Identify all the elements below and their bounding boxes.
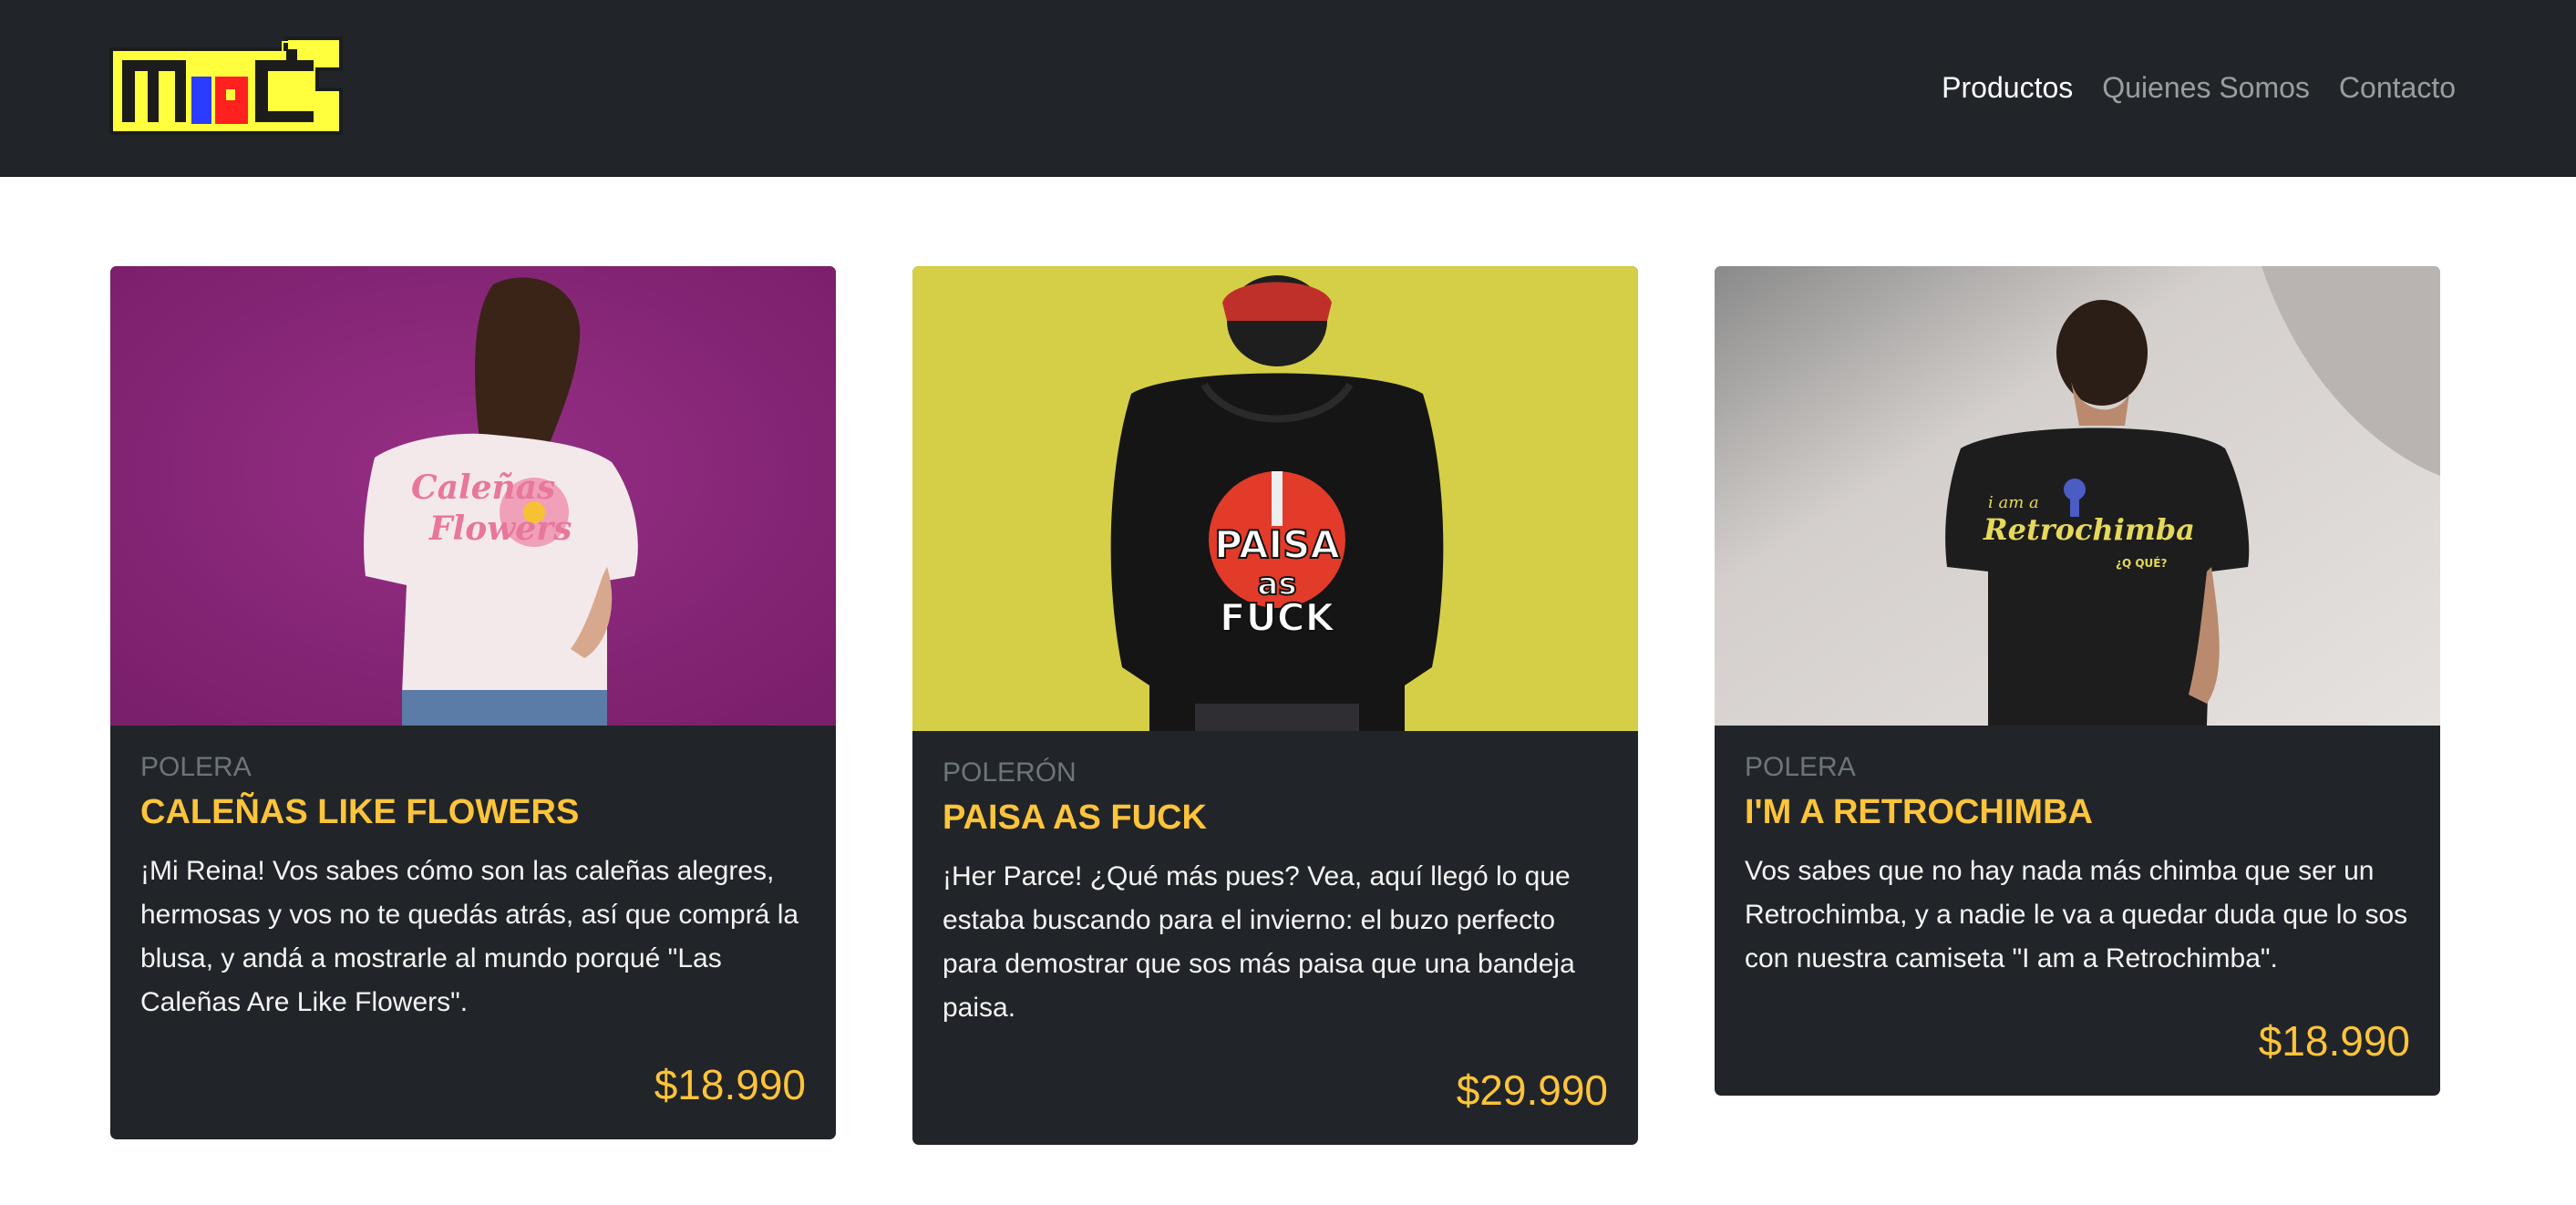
svg-text:Caleñas: Caleñas — [411, 469, 555, 507]
logo-icon — [109, 36, 343, 135]
product-title[interactable]: I'M A RETROCHIMBA — [1745, 789, 2410, 835]
svg-text:Retrochimba: Retrochimba — [1983, 512, 2195, 547]
product-image[interactable]: Caleñas Flowers — [110, 266, 836, 726]
product-description: ¡Her Parce! ¿Qué más pues? Vea, aquí lle… — [943, 861, 1575, 1023]
product-card[interactable]: i am a Retrochimba ¿Q QUÉ? POLERA I'M A … — [1715, 266, 2440, 1096]
product-category: POLERÓN — [943, 757, 1077, 788]
product-category: POLERA — [1745, 752, 1856, 782]
product-card[interactable]: Caleñas Flowers POLERA CALEÑAS LIKE FLOW… — [110, 266, 836, 1139]
product-price: $29.990 — [1456, 1066, 1608, 1114]
nav-quienes-somos[interactable]: Quienes Somos — [2102, 64, 2310, 111]
svg-text:Flowers: Flowers — [428, 510, 572, 548]
svg-text:PAISA: PAISA — [1214, 522, 1340, 567]
nav-productos[interactable]: Productos — [1942, 64, 2073, 111]
product-description: ¡Mi Reina! Vos sabes cómo son las caleña… — [140, 856, 799, 1017]
svg-text:FUCK: FUCK — [1220, 595, 1336, 640]
product-category: POLERA — [140, 752, 252, 782]
product-description: Vos sabes que no hay nada más chimba que… — [1745, 856, 2408, 973]
navbar: Productos Quienes Somos Contacto — [0, 0, 2576, 177]
product-price: $18.990 — [654, 1061, 806, 1108]
product-title[interactable]: CALEÑAS LIKE FLOWERS — [140, 789, 806, 835]
product-image[interactable]: PAISA as FUCK — [912, 266, 1638, 731]
svg-text:¿Q QUÉ?: ¿Q QUÉ? — [2116, 556, 2167, 570]
nav-contacto[interactable]: Contacto — [2339, 64, 2456, 111]
brand-logo[interactable] — [108, 33, 348, 140]
product-image[interactable]: i am a Retrochimba ¿Q QUÉ? — [1715, 266, 2440, 726]
main-nav: Productos Quienes Somos Contacto — [1942, 64, 2456, 111]
product-title[interactable]: PAISA AS FUCK — [943, 795, 1608, 840]
svg-text:i am a: i am a — [1988, 493, 2039, 512]
product-price: $18.990 — [2258, 1017, 2410, 1065]
product-card[interactable]: PAISA as FUCK POLERÓN PAISA AS FUCK ¡Her… — [912, 266, 1638, 1145]
